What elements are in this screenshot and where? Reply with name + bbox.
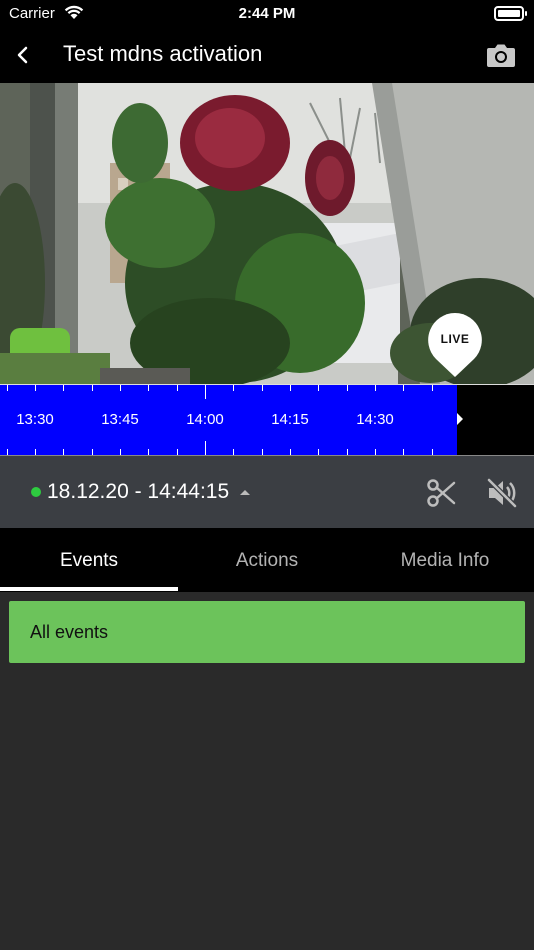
recording-indicator (31, 487, 41, 497)
speaker-muted-icon[interactable] (486, 477, 518, 509)
scissors-icon[interactable] (426, 478, 456, 508)
chevron-left-icon[interactable] (10, 40, 38, 70)
datetime-selector[interactable]: 18.12.20 - 14:44:15 (47, 480, 229, 504)
playhead-marker[interactable] (457, 413, 463, 425)
timeline-tick (177, 385, 178, 391)
tab-actions[interactable]: Actions (178, 528, 356, 592)
status-bar: Carrier 2:44 PM (0, 0, 534, 28)
page-title: Test mdns activation (63, 41, 263, 66)
event-filter-label: All events (30, 622, 109, 642)
timeline-label: 13:45 (101, 411, 139, 428)
timeline-tick (432, 385, 433, 391)
caret-up-icon[interactable] (240, 490, 250, 495)
timeline-tick (262, 385, 263, 391)
live-label: LIVE (440, 332, 470, 346)
camera-icon[interactable] (486, 41, 516, 69)
list-item[interactable]: All events (9, 601, 525, 663)
navigation-bar: Test mdns activation (0, 28, 534, 83)
timeline-tick (63, 385, 64, 391)
timeline-tick (403, 385, 404, 391)
timeline-tick (148, 385, 149, 391)
timeline-tick (92, 385, 93, 391)
timeline-tick (290, 385, 291, 391)
video-feed[interactable]: LIVE (0, 83, 534, 384)
active-tab-indicator (0, 587, 178, 591)
timeline-tick (120, 385, 121, 391)
tab-events[interactable]: Events (0, 528, 178, 592)
live-button[interactable]: LIVE (426, 311, 484, 379)
events-list: All events (0, 592, 534, 950)
timeline-tick (205, 385, 206, 399)
timeline-label: 14:00 (186, 411, 224, 428)
timeline-tick (318, 385, 319, 391)
timeline-tick (7, 385, 8, 391)
battery-icon (494, 6, 527, 21)
timeline-scrubber[interactable]: 13:30 13:45 14:00 14:15 14:30 (0, 384, 534, 455)
tab-media-info[interactable]: Media Info (356, 528, 534, 592)
timeline-label: 14:30 (356, 411, 394, 428)
timeline-tick (233, 385, 234, 391)
timeline-label: 14:15 (271, 411, 309, 428)
clock: 2:44 PM (238, 5, 296, 22)
battery-level (498, 10, 520, 17)
timeline-tick (375, 385, 376, 391)
timeline-tick (35, 385, 36, 391)
timeline-label: 13:30 (16, 411, 54, 428)
timeline-tick (205, 441, 206, 455)
playback-controls: 18.12.20 - 14:44:15 (0, 455, 534, 528)
timeline-tick (347, 385, 348, 391)
tab-bar: Events Actions Media Info (0, 528, 534, 592)
